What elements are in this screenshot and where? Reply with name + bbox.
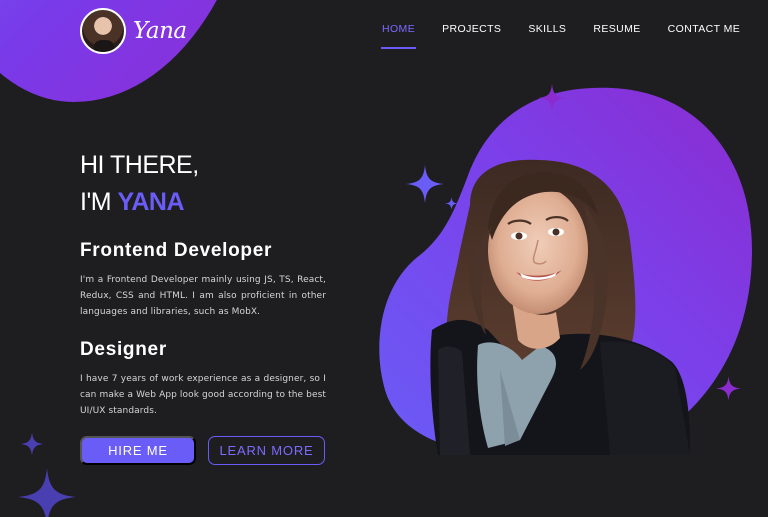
nav-item-resume[interactable]: RESUME: [593, 23, 640, 49]
hero-name: YANA: [117, 188, 185, 216]
nav-item-contact-me[interactable]: CONTACT ME: [668, 23, 740, 49]
page: Yana HOME PROJECTS SKILLS RESUME CONTACT…: [0, 0, 768, 517]
role-title-designer: Designer: [80, 339, 167, 360]
nav-item-home[interactable]: HOME: [380, 23, 417, 49]
hero-greeting: HI THERE,: [80, 151, 199, 179]
main-nav: HOME PROJECTS SKILLS RESUME CONTACT ME: [380, 23, 767, 49]
learn-more-button[interactable]: LEARN MORE: [208, 436, 325, 465]
logo-name: Yana: [133, 18, 187, 44]
portrait-photo: [430, 159, 690, 455]
hero-intro-prefix: I'M: [80, 188, 118, 216]
role-title-frontend: Frontend Developer: [80, 240, 273, 261]
nav-item-skills[interactable]: SKILLS: [528, 23, 566, 49]
sparkle-icon: [445, 197, 458, 210]
logo[interactable]: Yana: [80, 8, 187, 54]
hero-blob: [379, 87, 752, 455]
sparkle-icon: [20, 432, 44, 456]
sparkle-icon: [538, 84, 566, 112]
role-description-designer: I have 7 years of work experience as a d…: [80, 374, 326, 416]
sparkle-icon: [716, 376, 741, 401]
nav-item-projects[interactable]: PROJECTS: [442, 23, 501, 49]
hero-intro: I'M YANA: [80, 188, 185, 217]
sparkle-icon: [18, 468, 76, 517]
hire-me-button[interactable]: HIRE ME: [80, 436, 196, 465]
role-description-frontend: I'm a Frontend Developer mainly using JS…: [80, 275, 326, 317]
logo-avatar: [80, 8, 126, 54]
sparkle-icon: [406, 165, 444, 203]
